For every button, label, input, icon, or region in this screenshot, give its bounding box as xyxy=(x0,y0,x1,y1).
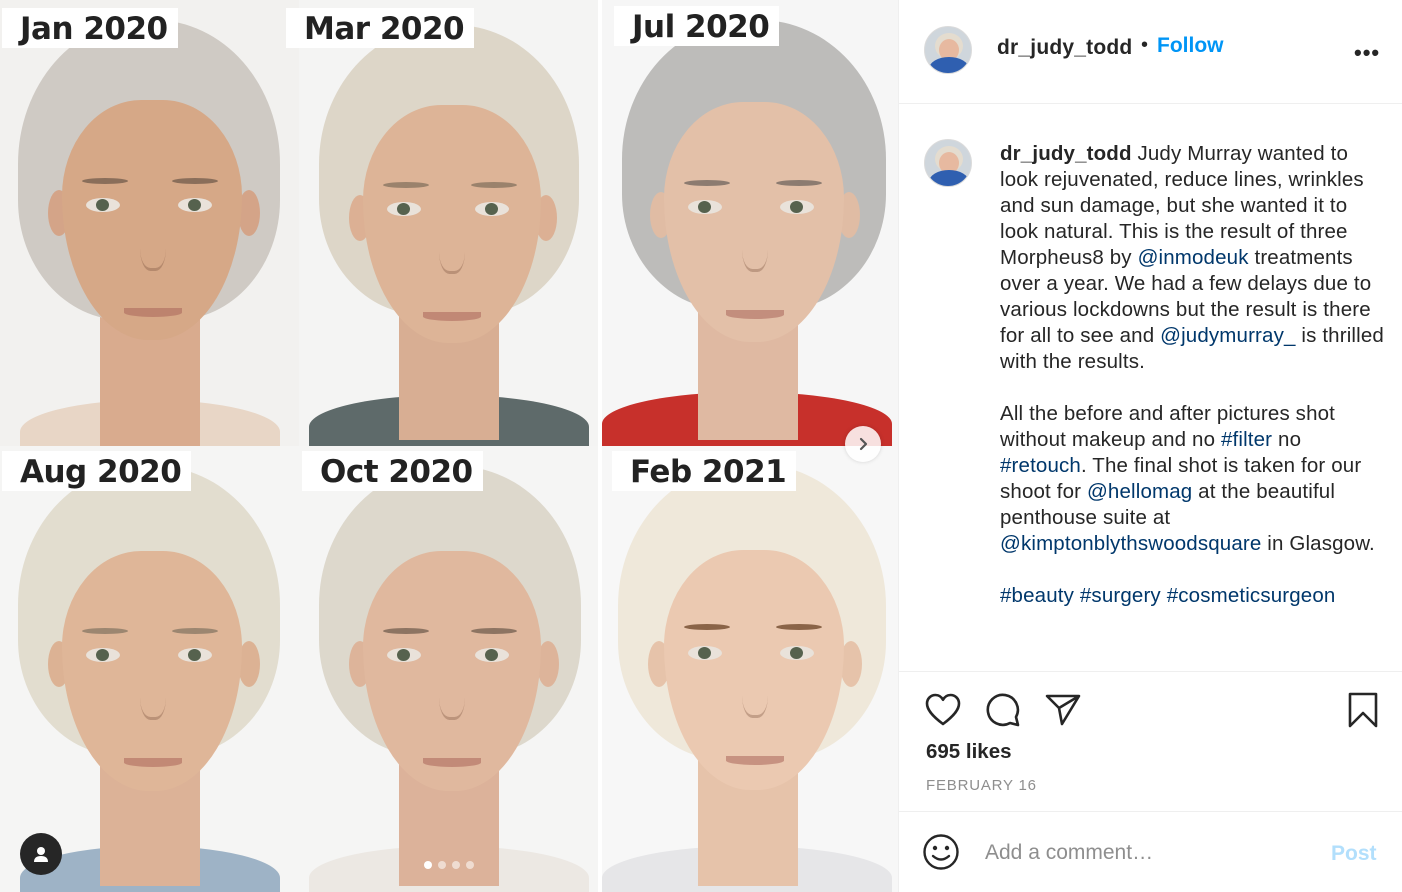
caption-hashtags: #beauty #surgery #cosmeticsurgeon xyxy=(1000,583,1390,609)
carousel-dot xyxy=(466,861,474,869)
post-comment-button[interactable]: Post xyxy=(1331,842,1377,866)
send-icon xyxy=(1045,694,1081,726)
caption-text-segment: no xyxy=(1272,428,1302,451)
caption-link[interactable]: #beauty xyxy=(1000,584,1074,607)
photo-mar-2020 xyxy=(299,0,598,446)
caption-text: dr_judy_todd Judy Murray wanted to look … xyxy=(1000,141,1390,635)
chevron-right-icon xyxy=(859,437,868,451)
caption-paragraph: dr_judy_todd Judy Murray wanted to look … xyxy=(1000,141,1390,375)
label-oct-2020: Oct 2020 xyxy=(302,451,483,491)
carousel-dot xyxy=(424,861,432,869)
label-aug-2020: Aug 2020 xyxy=(2,451,192,491)
bookmark-icon xyxy=(1348,692,1378,728)
photo-jul-2020 xyxy=(602,0,898,446)
follow-button[interactable]: Follow xyxy=(1157,34,1224,58)
comment-bar: Post xyxy=(899,811,1402,892)
comment-button[interactable] xyxy=(983,690,1023,730)
comment-input[interactable] xyxy=(985,838,1305,868)
like-count[interactable]: 695 likes xyxy=(926,740,1012,764)
caption-text-segment: in Glasgow. xyxy=(1261,532,1375,555)
label-mar-2020: Mar 2020 xyxy=(286,8,475,48)
caption-link[interactable]: #surgery xyxy=(1080,584,1161,607)
caption-section: dr_judy_todd Judy Murray wanted to look … xyxy=(899,105,1402,671)
carousel-dot xyxy=(452,861,460,869)
caption-link[interactable]: @inmodeuk xyxy=(1138,246,1249,269)
label-jul-2020: Jul 2020 xyxy=(614,6,780,46)
share-button[interactable] xyxy=(1043,690,1083,730)
caption-link[interactable]: @hellomag xyxy=(1087,480,1192,503)
heart-icon xyxy=(925,693,961,726)
like-button[interactable] xyxy=(923,690,963,730)
smiley-icon xyxy=(923,834,959,870)
carousel-next-button[interactable] xyxy=(845,426,881,462)
save-button[interactable] xyxy=(1343,690,1383,730)
caption-link[interactable]: @kimptonblythswoodsquare xyxy=(1000,532,1261,555)
separator-dot: • xyxy=(1141,34,1149,56)
user-icon xyxy=(34,847,48,862)
caption-link[interactable]: @judymurray_ xyxy=(1160,324,1295,347)
label-feb-2021: Feb 2021 xyxy=(612,451,797,491)
post-side-panel: dr_judy_todd • Follow ••• dr_judy_todd J… xyxy=(898,0,1402,892)
header-username-link[interactable]: dr_judy_todd xyxy=(997,36,1132,60)
avatar[interactable] xyxy=(924,26,972,74)
more-options-button[interactable]: ••• xyxy=(1354,40,1380,66)
caption-avatar[interactable] xyxy=(924,139,972,187)
tagged-users-button[interactable] xyxy=(20,833,62,875)
post-actions: 695 likes FEBRUARY 16 xyxy=(899,671,1402,811)
photo-jan-2020 xyxy=(0,0,299,446)
carousel-dot xyxy=(438,861,446,869)
label-jan-2020: Jan 2020 xyxy=(2,8,178,48)
post-date[interactable]: FEBRUARY 16 xyxy=(926,777,1037,794)
caption-link[interactable]: #cosmeticsurgeon xyxy=(1167,584,1336,607)
post-header: dr_judy_todd • Follow ••• xyxy=(899,0,1402,104)
caption-paragraph: All the before and after pictures shot w… xyxy=(1000,401,1390,557)
emoji-button[interactable] xyxy=(921,832,961,872)
photo-aug-2020 xyxy=(0,446,299,892)
photo-feb-2021 xyxy=(602,446,898,892)
carousel-indicator xyxy=(424,861,474,869)
caption-link[interactable]: #retouch xyxy=(1000,454,1081,477)
photo-oct-2020 xyxy=(299,446,598,892)
caption-link[interactable]: #filter xyxy=(1221,428,1272,451)
comment-icon xyxy=(986,693,1020,727)
caption-username-link[interactable]: dr_judy_todd xyxy=(1000,142,1132,165)
post-media-carousel[interactable]: Jan 2020 Mar 2020 Jul 2020 Aug 2020 Oct … xyxy=(0,0,898,892)
